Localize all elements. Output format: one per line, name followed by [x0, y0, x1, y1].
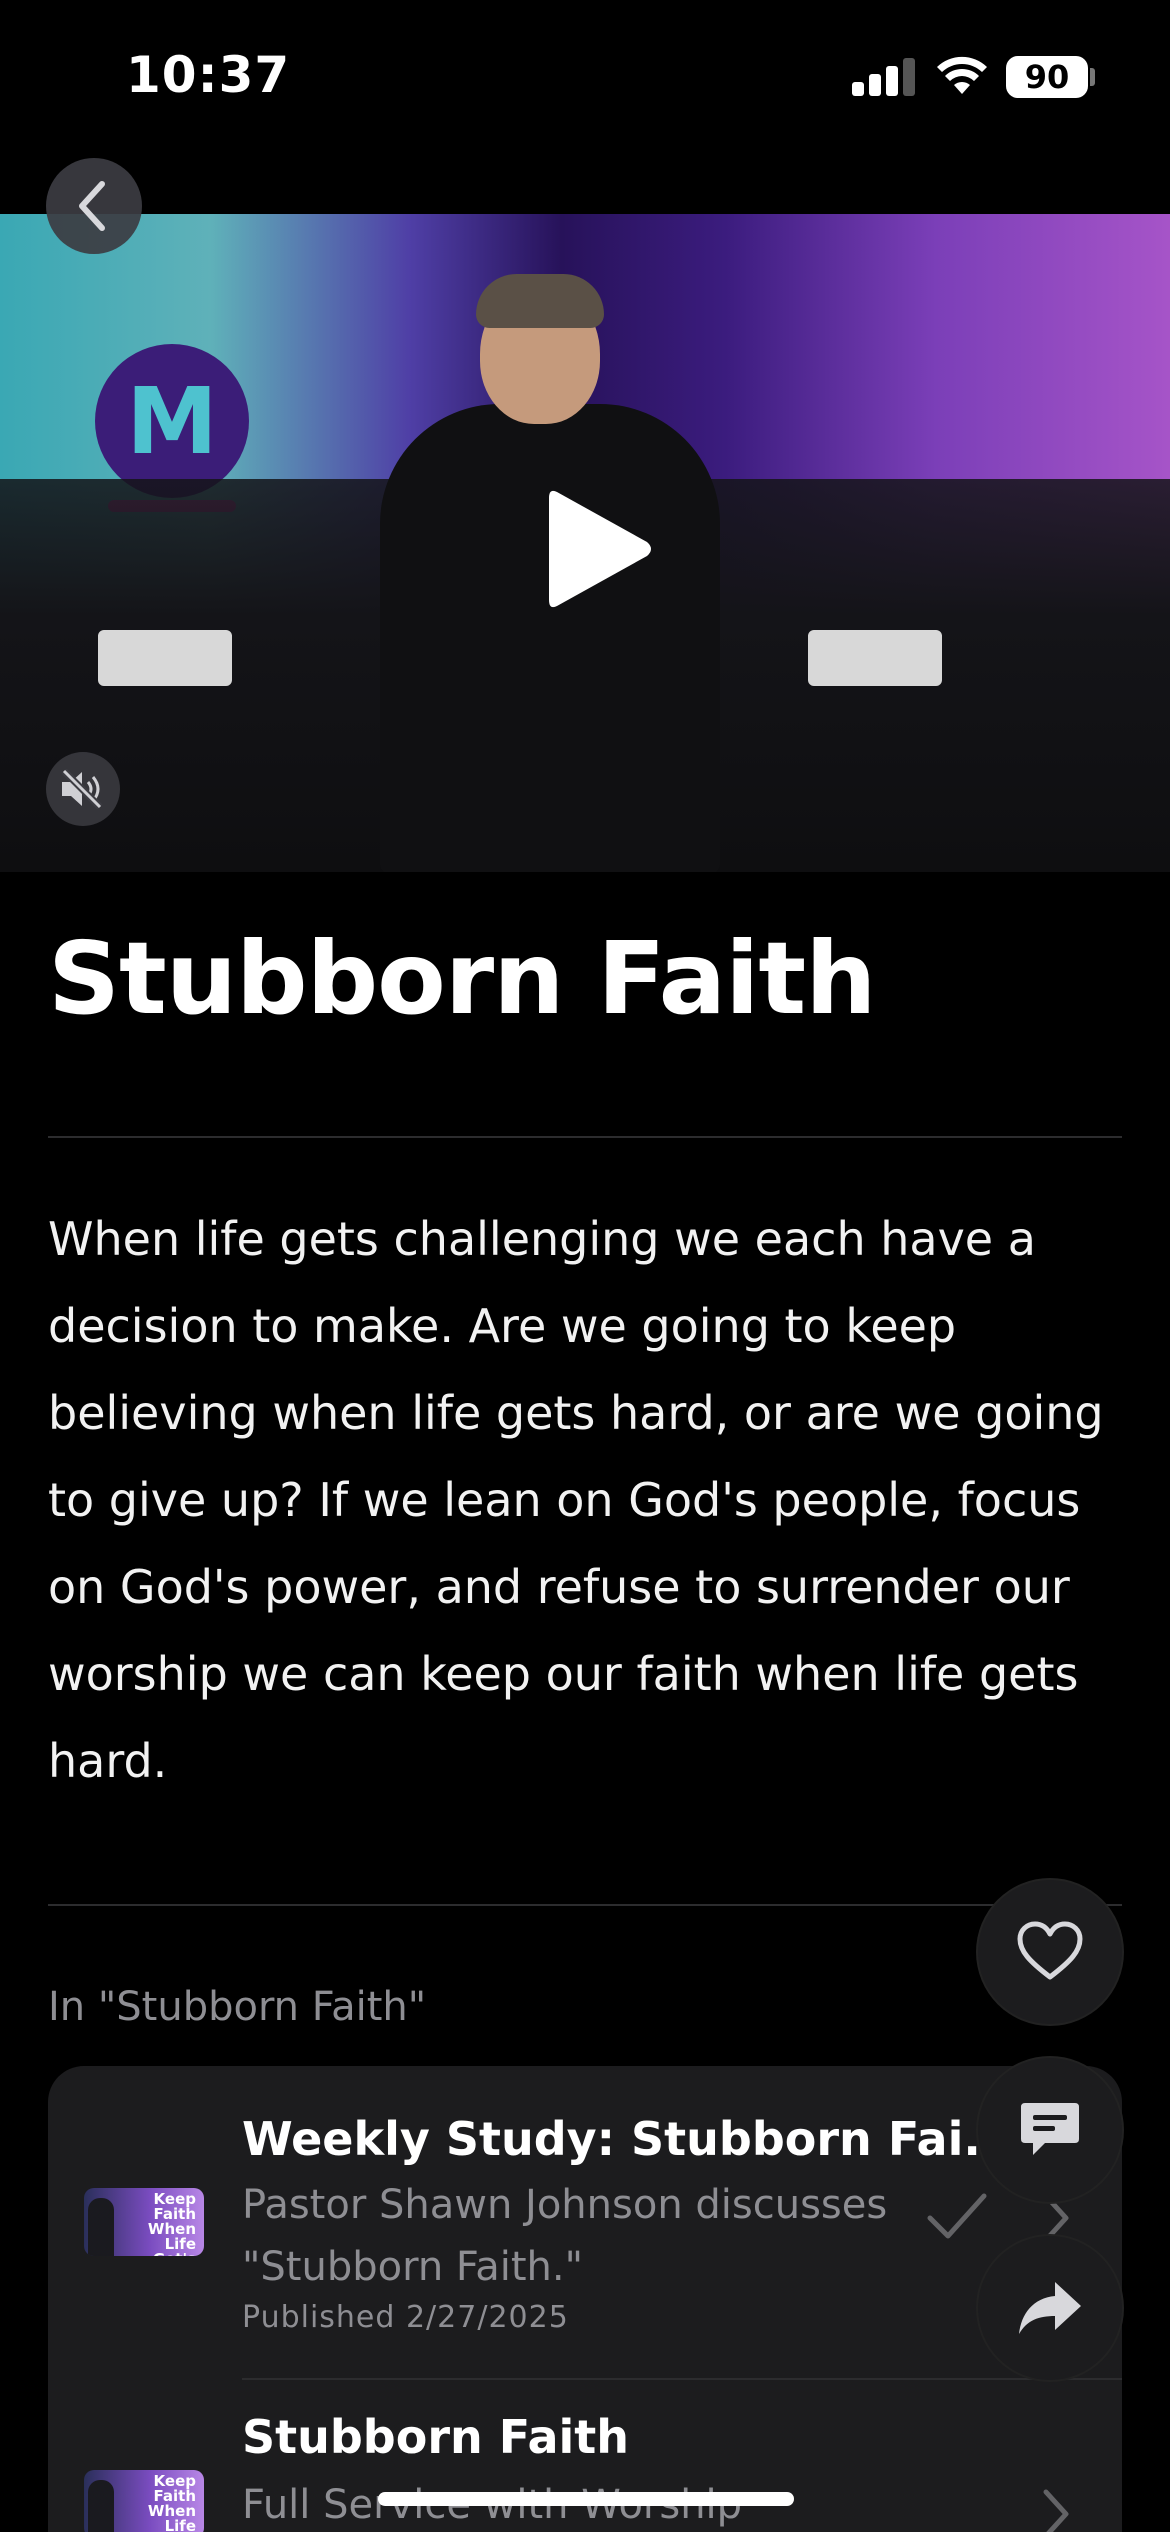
battery-tip: [1090, 68, 1095, 86]
series-list: Keep Faith When Life Get's Hard Weekly S…: [48, 2066, 1122, 2532]
list-item[interactable]: Keep Faith When Life Get's Hard Stubborn…: [48, 2380, 1122, 2532]
thumbnail-person: [88, 2198, 114, 2256]
share-button[interactable]: [978, 2236, 1122, 2380]
back-button[interactable]: [46, 158, 142, 254]
list-item[interactable]: Keep Faith When Life Get's Hard Weekly S…: [48, 2066, 1122, 2378]
video-player[interactable]: M: [0, 214, 1170, 872]
home-indicator[interactable]: [378, 2492, 794, 2506]
chevron-right-icon: [1043, 2489, 1069, 2532]
screen: 10:37 90 M Stubborn Faith When life gets…: [0, 0, 1170, 2532]
item-date: Published 2/27/2025: [242, 2300, 569, 2335]
watched-check-icon: [927, 2193, 987, 2239]
thumbnail-text: Keep Faith When Life Get's Hard: [147, 2472, 196, 2532]
stage-light-left: [98, 630, 232, 686]
stage-light-right: [808, 630, 942, 686]
wifi-icon: [937, 56, 987, 94]
sermon-description: When life gets challenging we each have …: [48, 1212, 1104, 1788]
thumbnail-person: [88, 2480, 114, 2532]
status-time: 10:37: [126, 46, 291, 104]
title-divider: [48, 1136, 1122, 1138]
series-heading: In "Stubborn Faith": [48, 1984, 427, 2030]
comment-button[interactable]: [978, 2058, 1122, 2202]
item-title: Weekly Study: Stubborn Fai...: [242, 2112, 1016, 2166]
church-logo: M: [95, 344, 249, 498]
speaker-body: [380, 404, 720, 872]
item-thumbnail: Keep Faith When Life Get's Hard: [84, 2188, 204, 2256]
cellular-signal-icon: [852, 58, 916, 96]
like-button[interactable]: [978, 1880, 1122, 2024]
play-icon[interactable]: [545, 484, 655, 614]
heart-icon: [1017, 1921, 1083, 1980]
description-divider: [48, 1904, 1122, 1906]
battery-indicator: 90: [1006, 56, 1088, 98]
page-title: Stubborn Faith: [48, 920, 876, 1037]
item-subtitle: Pastor Shawn Johnson discusses "Stubborn…: [242, 2182, 888, 2290]
speaker-hair: [476, 274, 604, 328]
item-thumbnail: Keep Faith When Life Get's Hard: [84, 2470, 204, 2532]
battery-level: 90: [1024, 58, 1070, 96]
speaker-muted-icon: [61, 769, 103, 809]
church-logo-letter: M: [126, 367, 218, 475]
item-title: Stubborn Faith: [242, 2410, 630, 2464]
thumbnail-text: Keep Faith When Life Get's Hard: [147, 2190, 196, 2257]
chat-bubble-icon: [1021, 2103, 1079, 2155]
chevron-left-icon: [79, 181, 105, 231]
mute-button[interactable]: [46, 752, 120, 826]
share-arrow-icon: [1019, 2282, 1081, 2334]
